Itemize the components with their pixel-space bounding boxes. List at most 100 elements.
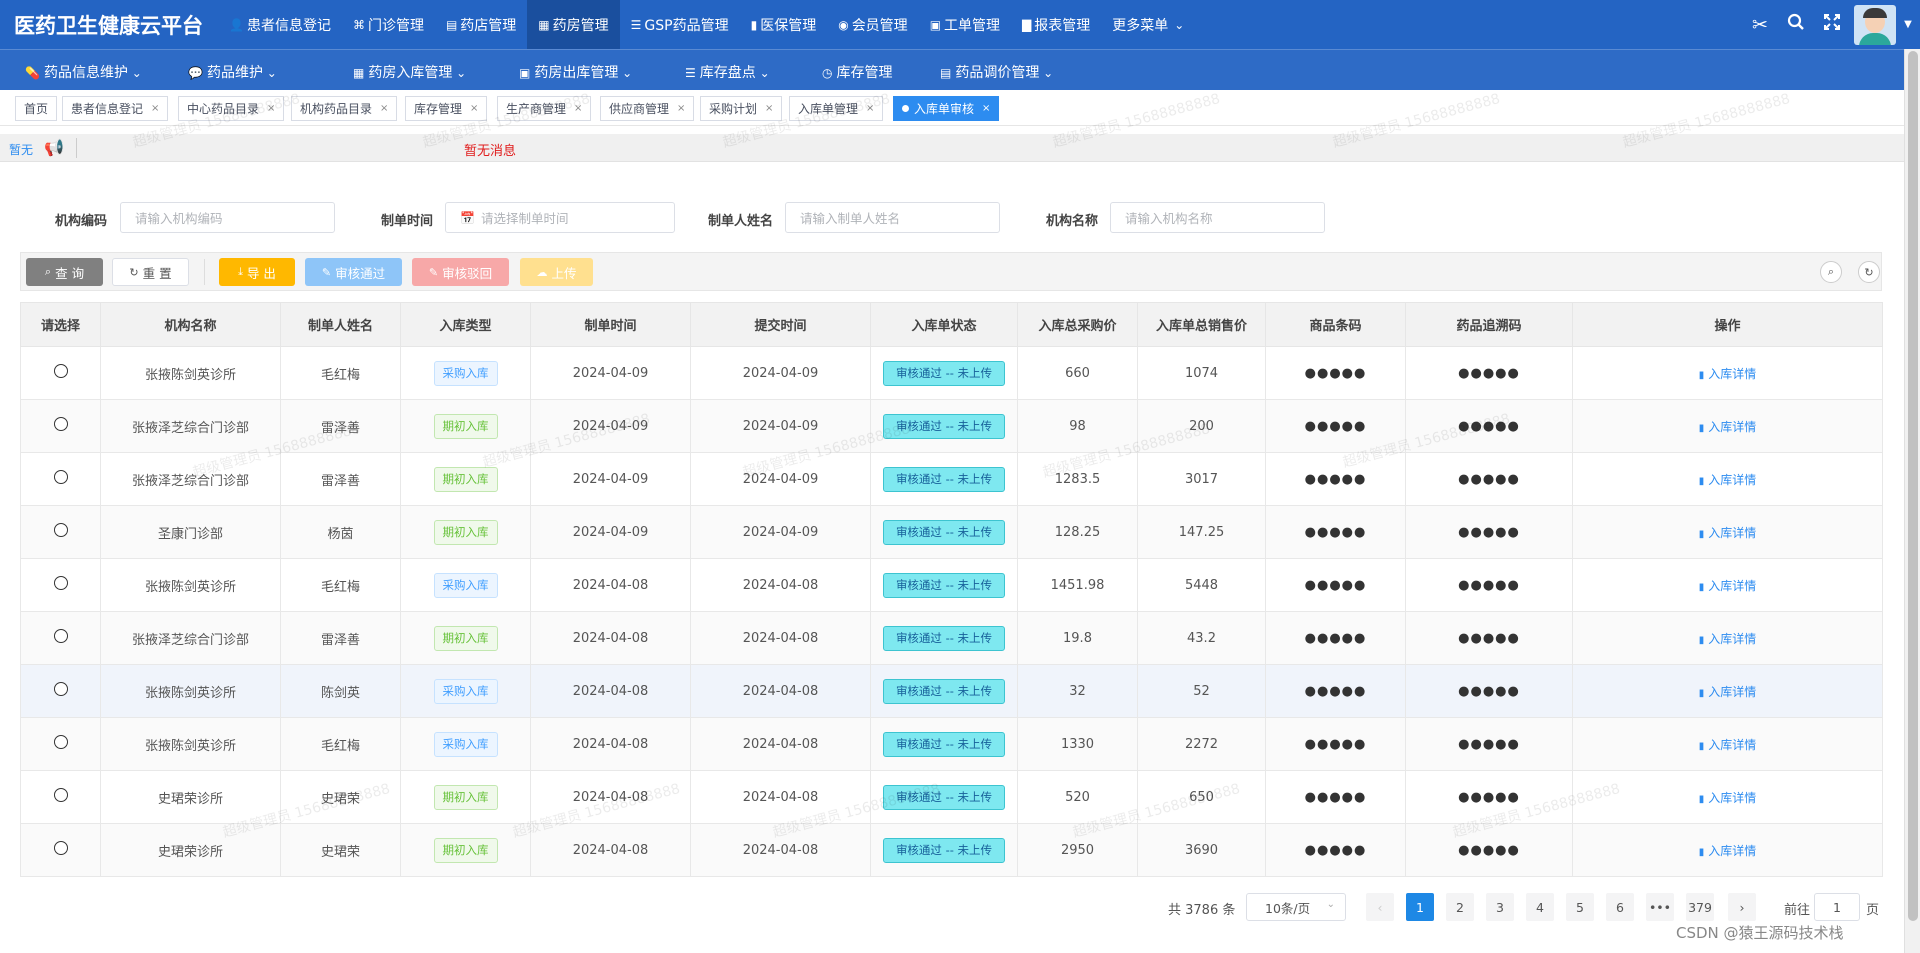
sub-menu-item[interactable]: ◷ 库存管理 <box>822 62 892 82</box>
tab-4[interactable]: 库存管理 × <box>405 96 488 121</box>
row-radio[interactable] <box>53 364 68 378</box>
top-menu-item[interactable]: ☰ GSP药品管理 <box>620 0 740 49</box>
tab-2[interactable]: 中心药品目录 × <box>178 96 285 121</box>
top-menu-item[interactable]: ⌘ 门诊管理 <box>342 0 435 49</box>
page-button[interactable]: 379 <box>1686 893 1714 921</box>
detail-link[interactable]: ▮ 入库详情 <box>1699 579 1757 593</box>
detail-link[interactable]: ▮ 入库详情 <box>1699 738 1757 752</box>
close-icon[interactable]: × <box>677 103 685 114</box>
table-row[interactable]: 张掖陈剑英诊所 毛红梅 采购入库 2024-04-08 2024-04-08 审核通过 -… <box>20 717 1883 771</box>
top-menu-item[interactable]: ▤ 药店管理 <box>435 0 527 49</box>
detail-link[interactable]: ▮ 入库详情 <box>1699 473 1757 487</box>
row-radio[interactable] <box>53 788 68 802</box>
detail-link[interactable]: ▮ 入库详情 <box>1699 791 1757 805</box>
row-radio[interactable] <box>53 576 68 590</box>
divider <box>76 138 77 158</box>
next-page-button[interactable]: › <box>1728 893 1756 921</box>
top-menu-item[interactable]: 更多菜单 ⌄ <box>1101 0 1198 49</box>
row-radio[interactable] <box>53 470 68 484</box>
page-size-select[interactable]: 10条/页 ⌄ <box>1246 893 1346 921</box>
close-icon[interactable]: × <box>765 103 773 114</box>
sub-menu-item[interactable]: ▤ 药品调价管理 ⌄ <box>940 62 1053 82</box>
top-menu-item[interactable]: ◉ 会员管理 <box>827 0 918 49</box>
table-row[interactable]: 张掖陈剑英诊所 陈剑英 采购入库 2024-04-08 2024-04-08 审核通过 -… <box>20 664 1883 718</box>
sub-menu-item[interactable]: ☰ 库存盘点 ⌄ <box>685 62 770 82</box>
page-button[interactable]: 3 <box>1486 893 1514 921</box>
table-row[interactable]: 张掖陈剑英诊所 毛红梅 采购入库 2024-04-09 2024-04-09 审核通过 -… <box>20 346 1883 400</box>
row-radio[interactable] <box>53 417 68 431</box>
detail-link[interactable]: ▮ 入库详情 <box>1699 632 1757 646</box>
sub-menu-item[interactable]: 💊 药品信息维护 ⌄ <box>25 62 142 82</box>
close-icon[interactable]: × <box>866 103 874 114</box>
top-menu-item[interactable]: ▇ 报表管理 <box>1011 0 1101 49</box>
page-button[interactable]: 6 <box>1606 893 1634 921</box>
tab-6[interactable]: 供应商管理 × <box>600 96 695 121</box>
export-button[interactable]: ⤓ 导 出 <box>219 258 295 286</box>
page-button[interactable]: 5 <box>1566 893 1594 921</box>
fullscreen-icon[interactable] <box>1814 13 1850 36</box>
reset-button[interactable]: ↻ 重 置 <box>112 258 189 286</box>
chevron-down-icon[interactable]: ▼ <box>1896 19 1920 30</box>
prev-page-button[interactable]: ‹ <box>1366 893 1394 921</box>
detail-link[interactable]: ▮ 入库详情 <box>1699 685 1757 699</box>
tab-9[interactable]: 入库单审核 × <box>893 96 1000 121</box>
search-button[interactable]: ⌕ 查 询 <box>26 258 103 286</box>
refresh-icon[interactable]: ↻ <box>1858 261 1880 283</box>
table-row[interactable]: 史珺荣诊所 史珺荣 期初入库 2024-04-08 2024-04-08 审核通过 -- … <box>20 770 1883 824</box>
sub-menu-item[interactable]: 💬 药品维护 ⌄ <box>188 62 277 82</box>
column-header: 商品条码 <box>1265 302 1406 347</box>
detail-link[interactable]: ▮ 入库详情 <box>1699 367 1757 381</box>
close-icon[interactable]: × <box>267 103 275 114</box>
row-radio[interactable] <box>53 735 68 749</box>
table-row[interactable]: 张掖陈剑英诊所 毛红梅 采购入库 2024-04-08 2024-04-08 审核通过 -… <box>20 558 1883 612</box>
page-button[interactable]: 4 <box>1526 893 1554 921</box>
table-row[interactable]: 张掖泽芝综合门诊部 雷泽善 期初入库 2024-04-09 2024-04-09 审核通过… <box>20 452 1883 506</box>
page-button[interactable]: 1 <box>1406 893 1434 921</box>
close-icon[interactable]: × <box>151 103 159 114</box>
close-icon[interactable]: × <box>574 103 582 114</box>
row-radio[interactable] <box>53 841 68 855</box>
sub-menu-item[interactable]: ▦ 药房入库管理 ⌄ <box>353 62 466 82</box>
detail-link[interactable]: ▮ 入库详情 <box>1699 844 1757 858</box>
tab-3[interactable]: 机构药品目录 × <box>291 96 398 121</box>
tab-8[interactable]: 入库单管理 × <box>789 96 884 121</box>
table-row[interactable]: 史珺荣诊所 史珺荣 期初入库 2024-04-08 2024-04-08 审核通过 -- … <box>20 823 1883 877</box>
detail-link[interactable]: ▮ 入库详情 <box>1699 420 1757 434</box>
tab-0[interactable]: 首页 <box>15 96 58 121</box>
search-toggle-icon[interactable]: ⌕ <box>1820 261 1842 283</box>
top-menu-item[interactable]: ▣ 工单管理 <box>919 0 1011 49</box>
detail-link[interactable]: ▮ 入库详情 <box>1699 526 1757 540</box>
reject-button[interactable]: ✎ 审核驳回 <box>412 258 509 286</box>
sub-menu-item[interactable]: ▣ 药房出库管理 ⌄ <box>519 62 632 82</box>
table-row[interactable]: 圣康门诊部 杨茵 期初入库 2024-04-09 2024-04-09 审核通过 -- 未… <box>20 505 1883 559</box>
row-radio[interactable] <box>53 682 68 696</box>
row-radio[interactable] <box>53 629 68 643</box>
org-name-input[interactable]: 请输入机构名称 <box>1110 202 1325 233</box>
tab-7[interactable]: 采购计划 × <box>700 96 783 121</box>
maker-name-input[interactable]: 请输入制单人姓名 <box>785 202 1000 233</box>
table-row[interactable]: 张掖泽芝综合门诊部 雷泽善 期初入库 2024-04-08 2024-04-08 审核通过… <box>20 611 1883 665</box>
tab-5[interactable]: 生产商管理 × <box>497 96 592 121</box>
close-icon[interactable]: × <box>470 103 478 114</box>
goto-page-input[interactable]: 1 <box>1814 893 1860 921</box>
approve-button[interactable]: ✎ 审核通过 <box>305 258 402 286</box>
table-row[interactable]: 张掖泽芝综合门诊部 雷泽善 期初入库 2024-04-09 2024-04-09 审核通过… <box>20 399 1883 453</box>
scissors-icon[interactable]: ✂ <box>1742 14 1778 36</box>
avatar[interactable] <box>1854 4 1896 45</box>
create-time-picker[interactable]: 📅 请选择制单时间 <box>445 202 675 233</box>
scrollbar[interactable] <box>1904 49 1920 953</box>
org-code-input[interactable]: 请输入机构编码 <box>120 202 335 233</box>
top-menu-item[interactable]: 👤 患者信息登记 <box>218 0 342 49</box>
close-icon[interactable]: × <box>380 103 388 114</box>
row-radio[interactable] <box>53 523 68 537</box>
sub-menu: 💊 药品信息维护 ⌄ 💬 药品维护 ⌄ ▦ 药房入库管理 ⌄ ▣ 药房出库管理 ⌄ ☰ 库存盘点 … <box>0 49 1904 90</box>
more-pages-icon[interactable]: ••• <box>1646 893 1674 921</box>
upload-button[interactable]: ☁ 上传 <box>520 258 593 286</box>
scrollbar-thumb[interactable] <box>1908 51 1918 921</box>
tab-1[interactable]: 患者信息登记 × <box>62 96 169 121</box>
search-icon[interactable] <box>1778 13 1814 36</box>
top-menu-item[interactable]: ▦ 药房管理 <box>527 0 620 49</box>
close-icon[interactable]: × <box>982 103 990 114</box>
top-menu-item[interactable]: ▮ 医保管理 <box>740 0 828 49</box>
page-button[interactable]: 2 <box>1446 893 1474 921</box>
